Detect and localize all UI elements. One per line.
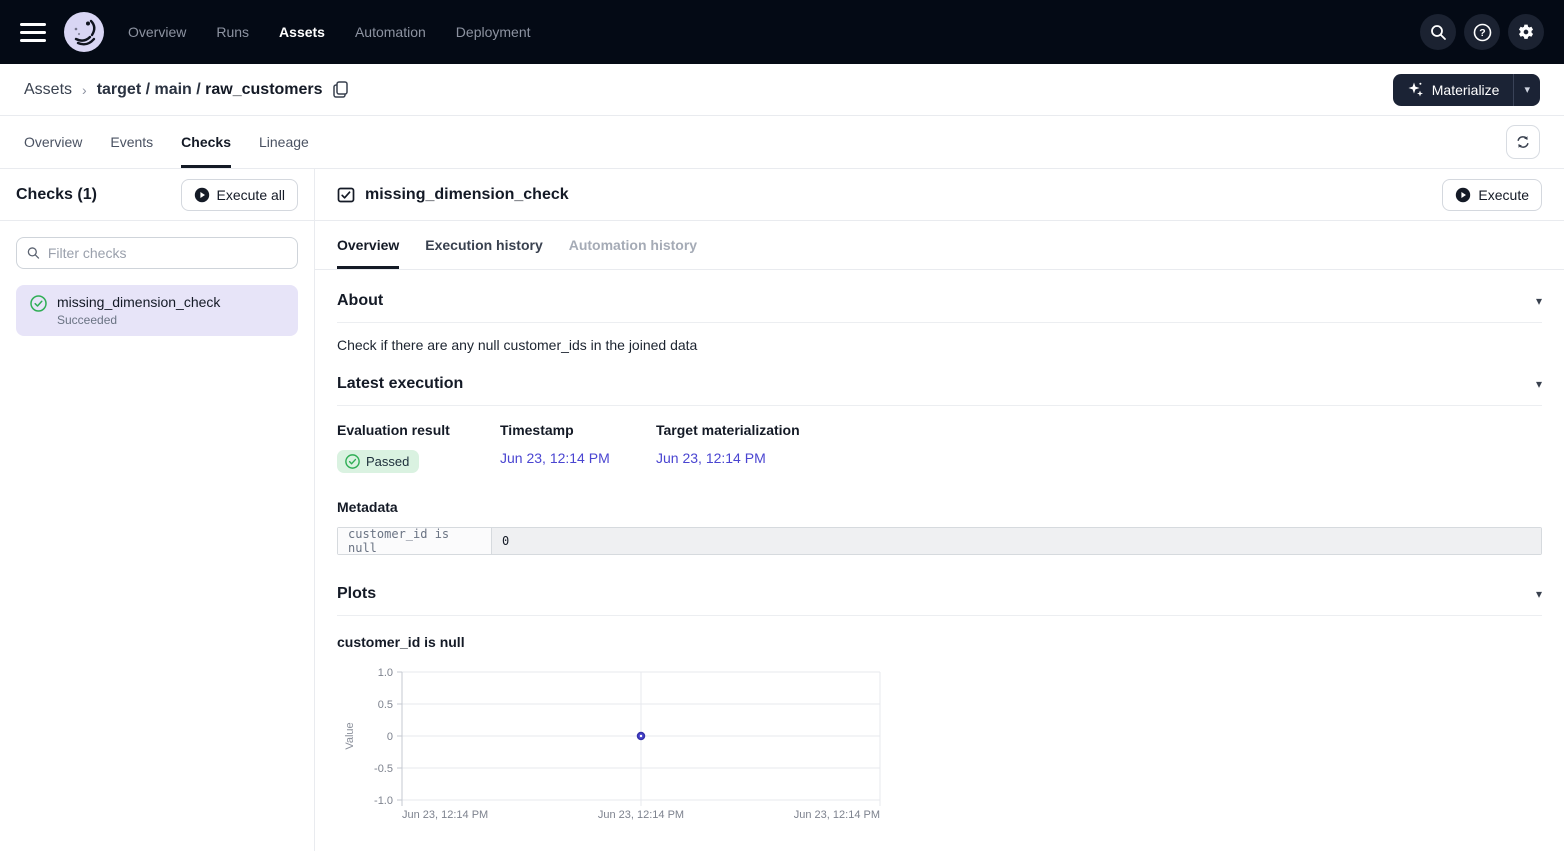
metadata-key: customer_id is null xyxy=(338,528,492,554)
search-icon xyxy=(27,246,40,260)
plots-heading: Plots xyxy=(337,585,376,603)
metadata-table: customer_id is null 0 xyxy=(337,527,1542,555)
check-description: Check if there are any null customer_ids… xyxy=(337,323,1542,361)
target-materialization-link[interactable]: Jun 23, 12:14 PM xyxy=(656,450,800,466)
dagster-logo-icon[interactable] xyxy=(64,12,104,52)
check-list-item[interactable]: missing_dimension_check Succeeded xyxy=(16,285,298,336)
settings-gear-icon[interactable] xyxy=(1508,14,1544,50)
checks-panel-title: Checks (1) xyxy=(16,186,97,204)
asset-key-prefix[interactable]: target / main / xyxy=(97,81,205,98)
top-nav: Overview Runs Assets Automation Deployme… xyxy=(0,0,1564,64)
column-timestamp: Timestamp xyxy=(500,422,656,438)
svg-text:Jun 23, 12:14 PM: Jun 23, 12:14 PM xyxy=(402,809,488,821)
check-status: Succeeded xyxy=(57,313,220,327)
passed-status-badge: Passed xyxy=(337,450,419,473)
asset-name: raw_customers xyxy=(205,81,322,98)
tab-overview[interactable]: Overview xyxy=(24,116,82,168)
value-plot-chart: 1.0 0.5 0 -0.5 -1.0 Jun 23, 12:14 PM Jun 23, 1… xyxy=(337,664,957,824)
check-detail-panel: missing_dimension_check Execute Overview… xyxy=(315,169,1564,851)
chevron-down-icon: ▾ xyxy=(1524,83,1530,96)
plot-title: customer_id is null xyxy=(337,616,1542,664)
search-icon[interactable] xyxy=(1420,14,1456,50)
menu-icon[interactable] xyxy=(20,18,48,46)
svg-text:-1.0: -1.0 xyxy=(374,795,393,807)
svg-text:Jun 23, 12:14 PM: Jun 23, 12:14 PM xyxy=(794,809,880,821)
execute-button[interactable]: Execute xyxy=(1442,179,1542,211)
svg-text:1.0: 1.0 xyxy=(378,667,393,679)
metadata-value: 0 xyxy=(492,528,1541,554)
refresh-icon xyxy=(1515,134,1531,150)
check-success-icon xyxy=(345,454,360,469)
check-detail-title: missing_dimension_check xyxy=(365,186,569,204)
tab-checks[interactable]: Checks xyxy=(181,116,231,168)
materialize-split-button: Materialize ▾ xyxy=(1393,74,1540,106)
help-icon[interactable]: ? xyxy=(1464,14,1500,50)
nav-deployment[interactable]: Deployment xyxy=(456,24,531,40)
asset-check-icon xyxy=(337,186,355,204)
tab-events[interactable]: Events xyxy=(110,116,153,168)
svg-text:-0.5: -0.5 xyxy=(374,763,393,775)
checks-sidebar: Checks (1) Execute all missing_dimension… xyxy=(0,169,315,851)
chevron-down-icon[interactable]: ▾ xyxy=(1536,587,1542,601)
tab-execution-history[interactable]: Execution history xyxy=(425,221,542,269)
nav-overview[interactable]: Overview xyxy=(128,24,186,40)
tab-lineage[interactable]: Lineage xyxy=(259,116,309,168)
play-circle-icon xyxy=(194,187,210,203)
filter-checks-input[interactable] xyxy=(48,245,287,261)
materialize-dropdown-caret[interactable]: ▾ xyxy=(1513,74,1540,106)
asset-tabs-row: Overview Events Checks Lineage xyxy=(0,116,1564,169)
column-evaluation-result: Evaluation result xyxy=(337,422,500,438)
breadcrumb-assets-link[interactable]: Assets xyxy=(24,81,72,99)
timestamp-link[interactable]: Jun 23, 12:14 PM xyxy=(500,450,656,466)
filter-checks-field xyxy=(16,237,298,269)
svg-text:?: ? xyxy=(1479,27,1485,39)
refresh-button[interactable] xyxy=(1506,125,1540,159)
about-section-header: About ▾ xyxy=(337,270,1542,323)
primary-nav: Overview Runs Assets Automation Deployme… xyxy=(128,24,531,40)
latest-execution-section-header: Latest execution ▾ xyxy=(337,361,1542,406)
svg-text:Jun 23, 12:14 PM: Jun 23, 12:14 PM xyxy=(598,809,684,821)
check-detail-tabs: Overview Execution history Automation hi… xyxy=(315,221,1564,270)
svg-text:0: 0 xyxy=(387,731,393,743)
execute-all-button[interactable]: Execute all xyxy=(181,179,298,211)
play-circle-icon xyxy=(1455,187,1471,203)
nav-runs[interactable]: Runs xyxy=(216,24,249,40)
check-success-icon xyxy=(30,295,47,312)
column-target-materialization: Target materialization xyxy=(656,422,800,438)
breadcrumb-row: Assets › target / main / raw_customers M… xyxy=(0,64,1564,116)
svg-text:Value: Value xyxy=(344,722,356,749)
latest-execution-table: Evaluation result Passed Timestamp Jun 2… xyxy=(337,406,1542,473)
chevron-down-icon[interactable]: ▾ xyxy=(1536,294,1542,308)
plots-section-header: Plots ▾ xyxy=(337,555,1542,616)
breadcrumb: target / main / raw_customers xyxy=(97,81,323,99)
svg-text:0.5: 0.5 xyxy=(378,699,393,711)
nav-automation[interactable]: Automation xyxy=(355,24,426,40)
materialize-button[interactable]: Materialize xyxy=(1393,74,1514,106)
check-name: missing_dimension_check xyxy=(57,294,220,310)
tab-automation-history[interactable]: Automation history xyxy=(569,221,697,269)
breadcrumb-separator: › xyxy=(82,82,87,98)
tab-check-overview[interactable]: Overview xyxy=(337,221,399,269)
nav-assets[interactable]: Assets xyxy=(279,24,325,40)
sparkle-icon xyxy=(1407,81,1424,98)
copy-icon[interactable] xyxy=(333,81,348,98)
latest-execution-heading: Latest execution xyxy=(337,375,463,393)
metadata-heading: Metadata xyxy=(337,473,1542,527)
about-heading: About xyxy=(337,292,383,310)
chevron-down-icon[interactable]: ▾ xyxy=(1536,377,1542,391)
